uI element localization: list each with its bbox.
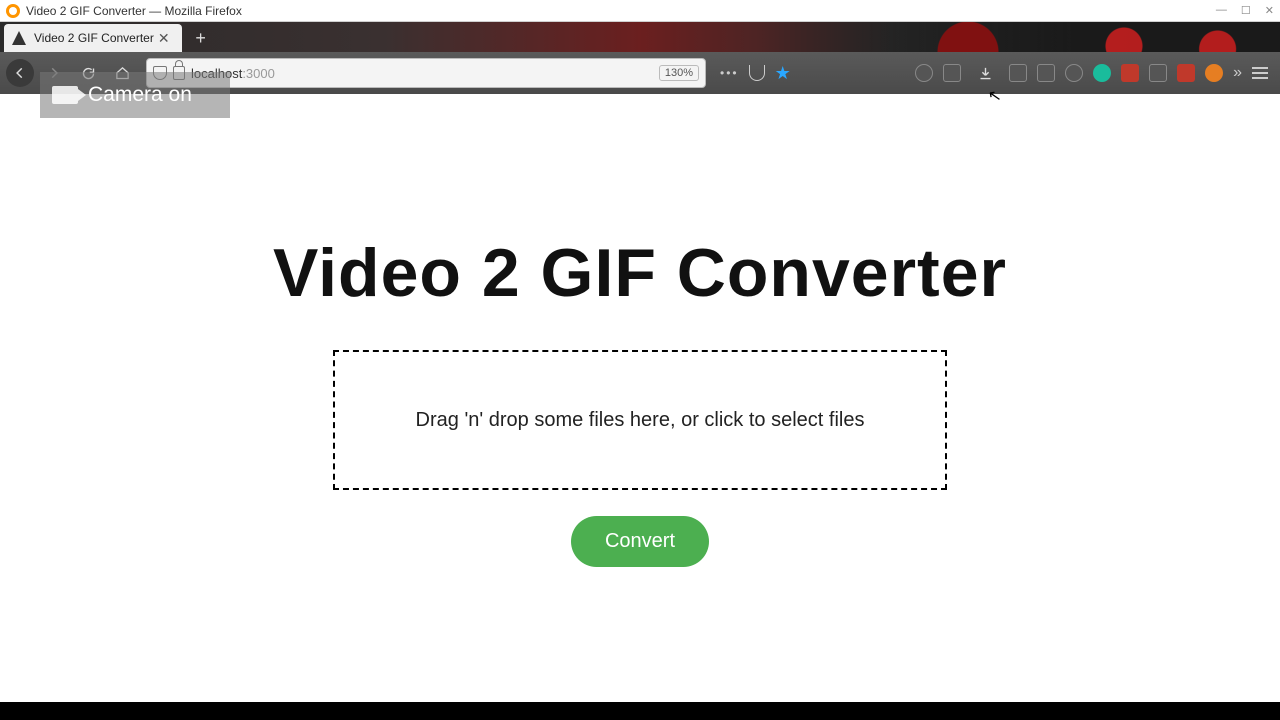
- camera-status-overlay: Camera on: [40, 72, 230, 118]
- camera-status-text: Camera on: [88, 83, 192, 107]
- file-dropzone[interactable]: Drag 'n' drop some files here, or click …: [333, 350, 947, 490]
- video-control-bar: [0, 702, 1280, 720]
- extension-icon[interactable]: [1065, 64, 1083, 82]
- extension-icon[interactable]: [1149, 64, 1167, 82]
- page-content: Video 2 GIF Converter Drag 'n' drop some…: [0, 94, 1280, 702]
- window-close-button[interactable]: ✕: [1265, 4, 1274, 17]
- downloads-button[interactable]: [971, 59, 999, 87]
- extension-icon[interactable]: [1093, 64, 1111, 82]
- zoom-indicator[interactable]: 130%: [659, 65, 699, 81]
- overflow-menu-button[interactable]: »: [1233, 64, 1242, 82]
- extension-icon[interactable]: [1177, 64, 1195, 82]
- new-tab-button[interactable]: +: [188, 25, 214, 51]
- address-bar[interactable]: localhost:3000 130%: [146, 58, 706, 88]
- tab-strip: Video 2 GIF Converter ✕ +: [0, 22, 1280, 52]
- toolbar-extensions: »: [915, 59, 1274, 87]
- pocket-icon[interactable]: [749, 65, 765, 81]
- library-icon[interactable]: [1009, 64, 1027, 82]
- extension-icon[interactable]: [1205, 64, 1223, 82]
- dropzone-hint: Drag 'n' drop some files here, or click …: [416, 409, 865, 432]
- convert-button[interactable]: Convert: [571, 516, 709, 567]
- tab-active[interactable]: Video 2 GIF Converter ✕: [4, 24, 182, 52]
- window-maximize-button[interactable]: ☐: [1241, 4, 1251, 17]
- extension-icon[interactable]: [915, 64, 933, 82]
- tab-favicon-icon: [12, 31, 26, 45]
- page-actions-button[interactable]: •••: [720, 66, 739, 80]
- window-title: Video 2 GIF Converter — Mozilla Firefox: [26, 4, 242, 18]
- tab-title: Video 2 GIF Converter: [34, 31, 154, 45]
- page-heading: Video 2 GIF Converter: [273, 234, 1007, 312]
- extension-icon[interactable]: [1121, 64, 1139, 82]
- tab-close-button[interactable]: ✕: [154, 30, 174, 47]
- os-titlebar: Video 2 GIF Converter — Mozilla Firefox …: [0, 0, 1280, 22]
- extension-icon[interactable]: [943, 64, 961, 82]
- app-menu-button[interactable]: [1252, 67, 1268, 79]
- firefox-icon: [6, 4, 20, 18]
- sidebar-icon[interactable]: [1037, 64, 1055, 82]
- back-button[interactable]: [6, 59, 34, 87]
- bookmark-star-icon[interactable]: ★: [775, 63, 791, 84]
- camera-icon: [52, 86, 78, 104]
- window-minimize-button[interactable]: —: [1216, 4, 1227, 17]
